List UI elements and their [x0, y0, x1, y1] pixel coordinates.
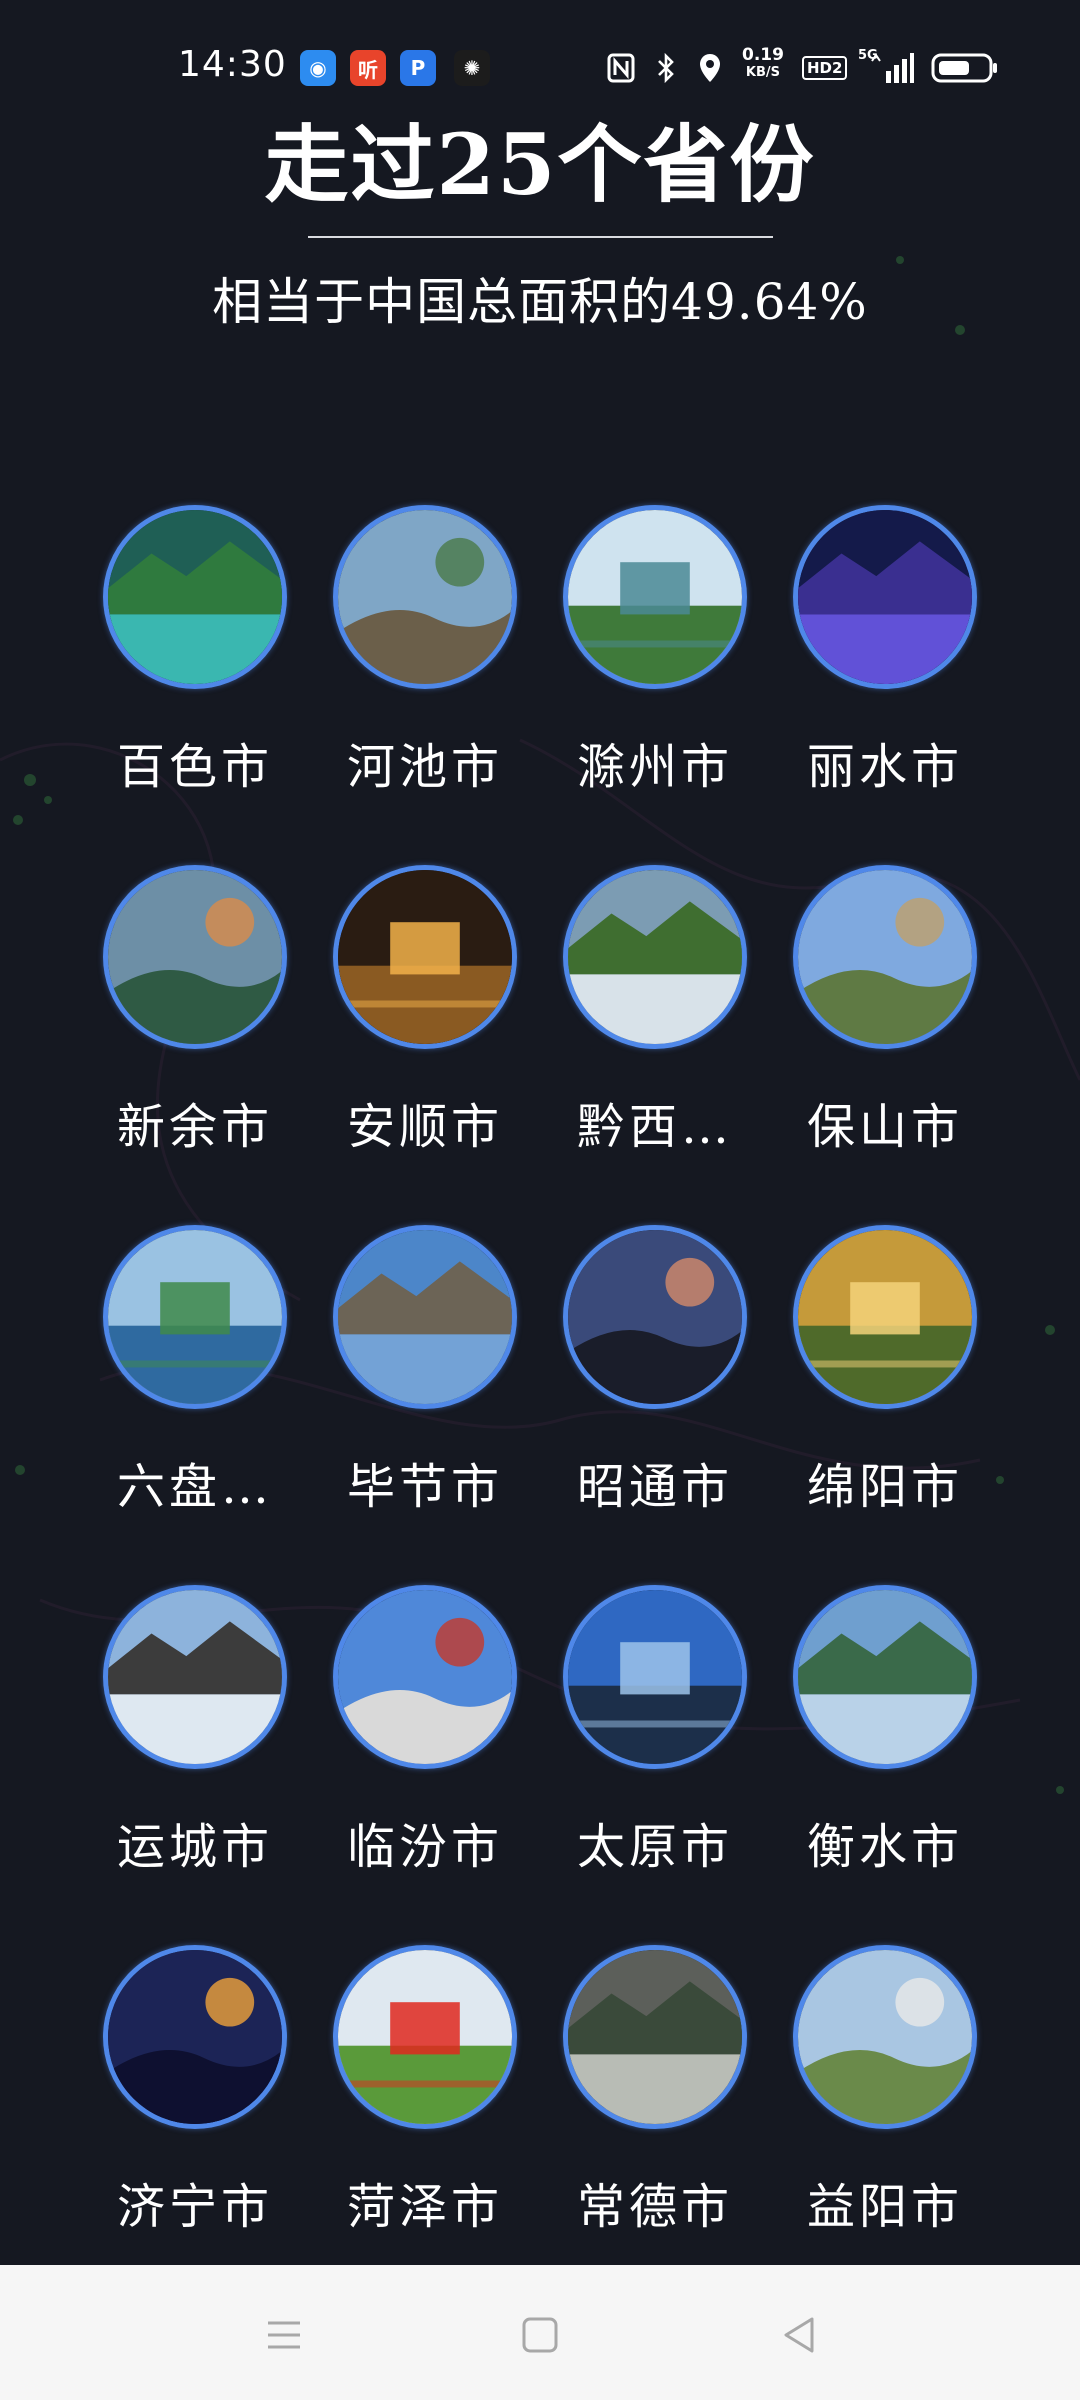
signal-icon	[868, 50, 916, 86]
city-name: 六盘…	[116, 1459, 273, 1515]
hd-badge: HD2	[802, 56, 848, 80]
city-name: 菏泽市	[346, 2179, 503, 2235]
menu-icon	[268, 2321, 300, 2349]
network-speed: 0.19 KB/S	[742, 46, 784, 82]
location-icon	[696, 50, 724, 86]
city-card[interactable]: 常德市	[540, 1945, 770, 2237]
city-photo[interactable]	[793, 865, 977, 1049]
city-card[interactable]: 毕节市	[310, 1225, 540, 1517]
network-speed-unit: KB/S	[745, 65, 781, 80]
nfc-icon	[606, 50, 636, 86]
city-card[interactable]: 太原市	[540, 1585, 770, 1877]
city-photo[interactable]	[793, 1585, 977, 1769]
city-name: 运城市	[116, 1819, 273, 1875]
p-app-icon: P	[400, 50, 436, 86]
summary-header: 走过25个省份 相当于中国总面积的49.64%	[0, 110, 1080, 332]
city-photo[interactable]	[563, 505, 747, 689]
city-card[interactable]: 济宁市	[80, 1945, 310, 2237]
menu-button[interactable]	[254, 2305, 314, 2365]
navigation-bar	[0, 2265, 1080, 2400]
city-photo[interactable]	[793, 505, 977, 689]
bluetooth-icon	[654, 50, 678, 86]
home-button[interactable]	[510, 2305, 570, 2365]
city-name: 新余市	[116, 1099, 273, 1155]
city-photo[interactable]	[793, 1225, 977, 1409]
pinwheel-app-icon: ✺	[454, 50, 490, 86]
city-card[interactable]: 安顺市	[310, 865, 540, 1157]
back-icon	[784, 2317, 814, 2353]
page-title: 走过25个省份	[264, 115, 816, 214]
title-divider	[307, 236, 773, 238]
back-button[interactable]	[770, 2305, 830, 2365]
city-photo[interactable]	[563, 865, 747, 1049]
browser-app-icon: ◉	[300, 50, 336, 86]
city-name: 毕节市	[346, 1459, 503, 1515]
city-name: 绵阳市	[806, 1459, 963, 1515]
battery-icon	[930, 50, 1000, 86]
city-photo[interactable]	[103, 1585, 287, 1769]
city-name: 益阳市	[806, 2179, 963, 2235]
city-name: 衡水市	[806, 1819, 963, 1875]
city-photo[interactable]	[333, 865, 517, 1049]
city-card[interactable]: 六盘…	[80, 1225, 310, 1517]
city-photo[interactable]	[333, 1945, 517, 2129]
city-photo[interactable]	[563, 1585, 747, 1769]
city-name: 滁州市	[576, 739, 733, 795]
city-photo[interactable]	[563, 1945, 747, 2129]
city-card[interactable]: 昭通市	[540, 1225, 770, 1517]
city-card[interactable]: 运城市	[80, 1585, 310, 1877]
area-subtitle: 相当于中国总面积的49.64%	[212, 273, 868, 331]
city-card[interactable]: 百色市	[80, 505, 310, 797]
city-photo[interactable]	[103, 1945, 287, 2129]
city-card[interactable]: 绵阳市	[770, 1225, 1000, 1517]
city-card[interactable]: 黔西…	[540, 865, 770, 1157]
city-name: 昭通市	[576, 1459, 733, 1515]
city-photo[interactable]	[103, 865, 287, 1049]
status-time: 14:30	[178, 44, 287, 85]
city-name: 济宁市	[116, 2179, 273, 2235]
city-photo[interactable]	[793, 1945, 977, 2129]
city-photo[interactable]	[563, 1225, 747, 1409]
city-photo[interactable]	[333, 1225, 517, 1409]
city-name: 河池市	[346, 739, 503, 795]
city-name: 百色市	[116, 739, 273, 795]
city-name: 黔西…	[576, 1099, 733, 1155]
city-card[interactable]: 新余市	[80, 865, 310, 1157]
city-card[interactable]: 滁州市	[540, 505, 770, 797]
city-card[interactable]: 保山市	[770, 865, 1000, 1157]
city-name: 保山市	[806, 1099, 963, 1155]
city-card[interactable]: 临汾市	[310, 1585, 540, 1877]
city-name: 太原市	[576, 1819, 733, 1875]
city-name: 安顺市	[346, 1099, 503, 1155]
city-photo[interactable]	[103, 505, 287, 689]
city-name: 常德市	[576, 2179, 733, 2235]
network-speed-value: 0.19	[742, 45, 784, 65]
city-photo[interactable]	[333, 505, 517, 689]
city-photo[interactable]	[103, 1225, 287, 1409]
city-card[interactable]: 河池市	[310, 505, 540, 797]
city-card[interactable]: 衡水市	[770, 1585, 1000, 1877]
city-card[interactable]: 益阳市	[770, 1945, 1000, 2237]
city-name: 临汾市	[346, 1819, 503, 1875]
city-photo[interactable]	[333, 1585, 517, 1769]
city-card[interactable]: 丽水市	[770, 505, 1000, 797]
city-card[interactable]: 菏泽市	[310, 1945, 540, 2237]
home-icon	[522, 2317, 558, 2353]
city-name: 丽水市	[806, 739, 963, 795]
listen-app-icon: 听	[350, 50, 386, 86]
